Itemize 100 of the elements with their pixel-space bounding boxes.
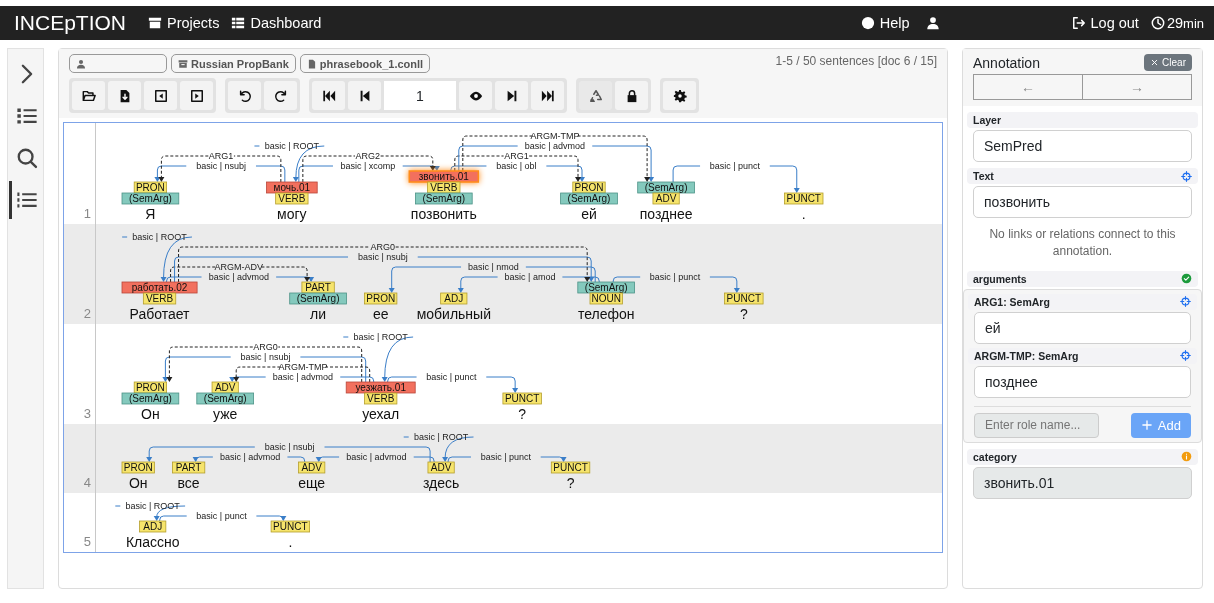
- semantic-argument-tag[interactable]: (SemArg): [637, 181, 695, 194]
- role-field[interactable]: позднее: [974, 365, 1191, 398]
- reset-button[interactable]: [579, 81, 612, 110]
- arc-label[interactable]: basic | nsubj: [357, 252, 408, 262]
- arc-label[interactable]: basic | ROOT: [125, 501, 180, 511]
- arc-label[interactable]: basic | advmod: [272, 372, 334, 382]
- role-name-field[interactable]: Enter role name...: [974, 412, 1099, 438]
- semantic-argument-tag[interactable]: (SemArg): [121, 392, 180, 405]
- semantic-argument-tag[interactable]: (SemArg): [121, 192, 180, 205]
- previous-page-button[interactable]: [348, 81, 381, 110]
- token-word[interactable]: Он: [141, 406, 160, 422]
- part-of-speech-tag[interactable]: PUNCT: [784, 192, 824, 205]
- token-word[interactable]: все: [177, 475, 200, 491]
- nav-link[interactable]: Projects: [148, 15, 220, 31]
- part-of-speech-tag[interactable]: ADJ: [440, 292, 468, 305]
- semantic-role-arc[interactable]: [170, 266, 311, 283]
- clear-button[interactable]: Clear: [1144, 54, 1192, 71]
- token-word[interactable]: .: [801, 206, 806, 222]
- token-word[interactable]: ей: [581, 206, 597, 222]
- token-word[interactable]: позвонить: [410, 206, 477, 222]
- token-word[interactable]: ?: [518, 406, 527, 422]
- semantic-argument-tag[interactable]: (SemArg): [415, 192, 473, 205]
- part-of-speech-tag[interactable]: PUNCT: [502, 392, 542, 405]
- part-of-speech-tag[interactable]: VERB: [275, 192, 309, 205]
- token-word[interactable]: Он: [128, 475, 148, 491]
- part-of-speech-tag[interactable]: PRON: [364, 292, 398, 305]
- semantic-argument-tag[interactable]: (SemArg): [560, 192, 618, 205]
- lock-button[interactable]: [615, 81, 648, 110]
- redo-button[interactable]: [264, 81, 297, 110]
- part-of-speech-tag[interactable]: ADV: [427, 461, 455, 474]
- semantic-role-arc[interactable]: [233, 366, 371, 383]
- semantic-role-arc[interactable]: [178, 246, 591, 283]
- arc-label[interactable]: ARGM-TMP: [530, 131, 580, 141]
- predicate-tag[interactable]: работать.02: [121, 281, 198, 294]
- token-word[interactable]: ли: [310, 306, 327, 322]
- arc-label[interactable]: basic | nmod: [468, 262, 519, 272]
- text-field[interactable]: позвонить: [973, 186, 1192, 218]
- part-of-speech-tag[interactable]: ADV: [652, 192, 680, 205]
- arc-label[interactable]: basic | punct: [480, 452, 531, 462]
- next-document-button[interactable]: [180, 81, 213, 110]
- arc-label[interactable]: basic | ROOT: [132, 232, 187, 242]
- arc-label[interactable]: basic | punct: [426, 372, 477, 382]
- arc-label[interactable]: ARG1: [208, 151, 234, 161]
- user-menu[interactable]: [925, 16, 940, 30]
- token-word[interactable]: еще: [298, 475, 326, 491]
- arc-label[interactable]: basic | nsubj: [196, 161, 247, 171]
- token-word[interactable]: телефон: [577, 306, 635, 322]
- predicate-tag[interactable]: мочь.01: [266, 181, 318, 194]
- user-badge[interactable]: [69, 54, 167, 73]
- help-link[interactable]: Help: [860, 15, 910, 31]
- part-of-speech-tag[interactable]: PUNCT: [550, 461, 591, 474]
- nav-link[interactable]: Dashboard: [231, 15, 322, 31]
- last-page-button[interactable]: [531, 81, 564, 110]
- part-of-speech-tag[interactable]: PRON: [121, 461, 155, 474]
- part-of-speech-tag[interactable]: VERB: [142, 292, 177, 305]
- arc-label[interactable]: basic | obl: [496, 161, 537, 171]
- layer-field[interactable]: SemPred: [973, 130, 1192, 162]
- first-page-button[interactable]: [312, 81, 345, 110]
- logout-link[interactable]: Log out: [1071, 15, 1139, 31]
- arc-label[interactable]: ARG0: [253, 342, 278, 352]
- part-of-speech-tag[interactable]: ADJ: [139, 520, 167, 533]
- part-of-speech-tag[interactable]: PUNCT: [270, 520, 310, 533]
- arc-label[interactable]: basic | ROOT: [264, 141, 320, 151]
- arc-label[interactable]: ARG2: [355, 151, 381, 161]
- arc-label[interactable]: basic | advmod: [219, 452, 281, 462]
- token-word[interactable]: позднее: [639, 206, 693, 222]
- arc-label[interactable]: basic | advmod: [346, 452, 407, 462]
- undo-button[interactable]: [228, 81, 261, 110]
- export-button[interactable]: [108, 81, 141, 110]
- arc-label[interactable]: basic | amod: [504, 272, 556, 282]
- token-word[interactable]: ?: [566, 475, 575, 491]
- arc-label[interactable]: basic | ROOT: [353, 332, 408, 342]
- next-page-button[interactable]: [495, 81, 528, 110]
- arc-label[interactable]: ARGM-TMP: [278, 362, 328, 372]
- next-annotation-button[interactable]: →: [1083, 74, 1192, 100]
- arc-label[interactable]: basic | nsubj: [240, 352, 291, 362]
- open-document-button[interactable]: [72, 81, 105, 110]
- token-word[interactable]: .: [288, 534, 293, 550]
- part-of-speech-tag[interactable]: ADV: [298, 461, 326, 474]
- arc-label[interactable]: ARGM-ADV: [214, 262, 264, 272]
- semantic-role-arc[interactable]: [166, 346, 363, 383]
- semantic-argument-tag[interactable]: (SemArg): [196, 392, 254, 405]
- previous-annotation-button[interactable]: ←: [973, 74, 1083, 100]
- predicate-tag[interactable]: уезжать.01: [345, 381, 416, 394]
- arc-label[interactable]: ARG1: [504, 151, 529, 161]
- arc-label[interactable]: basic | advmod: [208, 272, 269, 282]
- arc-label[interactable]: basic | punct: [709, 161, 761, 171]
- arc-label[interactable]: basic | punct: [649, 272, 701, 282]
- predicate-tag[interactable]: звонить.01: [408, 170, 480, 183]
- token-word[interactable]: Я: [145, 206, 156, 222]
- token-word[interactable]: Классно: [125, 534, 180, 550]
- semantic-argument-tag[interactable]: (SemArg): [577, 281, 635, 294]
- token-word[interactable]: могу: [277, 206, 307, 222]
- token-word[interactable]: ее: [372, 306, 389, 322]
- token-word[interactable]: уехал: [362, 406, 400, 422]
- token-word[interactable]: ?: [739, 306, 748, 322]
- token-word[interactable]: Работает: [129, 306, 190, 322]
- app-logo[interactable]: INCEpTION: [14, 11, 126, 35]
- arc-label[interactable]: basic | advmod: [524, 141, 586, 151]
- arc-label[interactable]: basic | punct: [196, 511, 247, 521]
